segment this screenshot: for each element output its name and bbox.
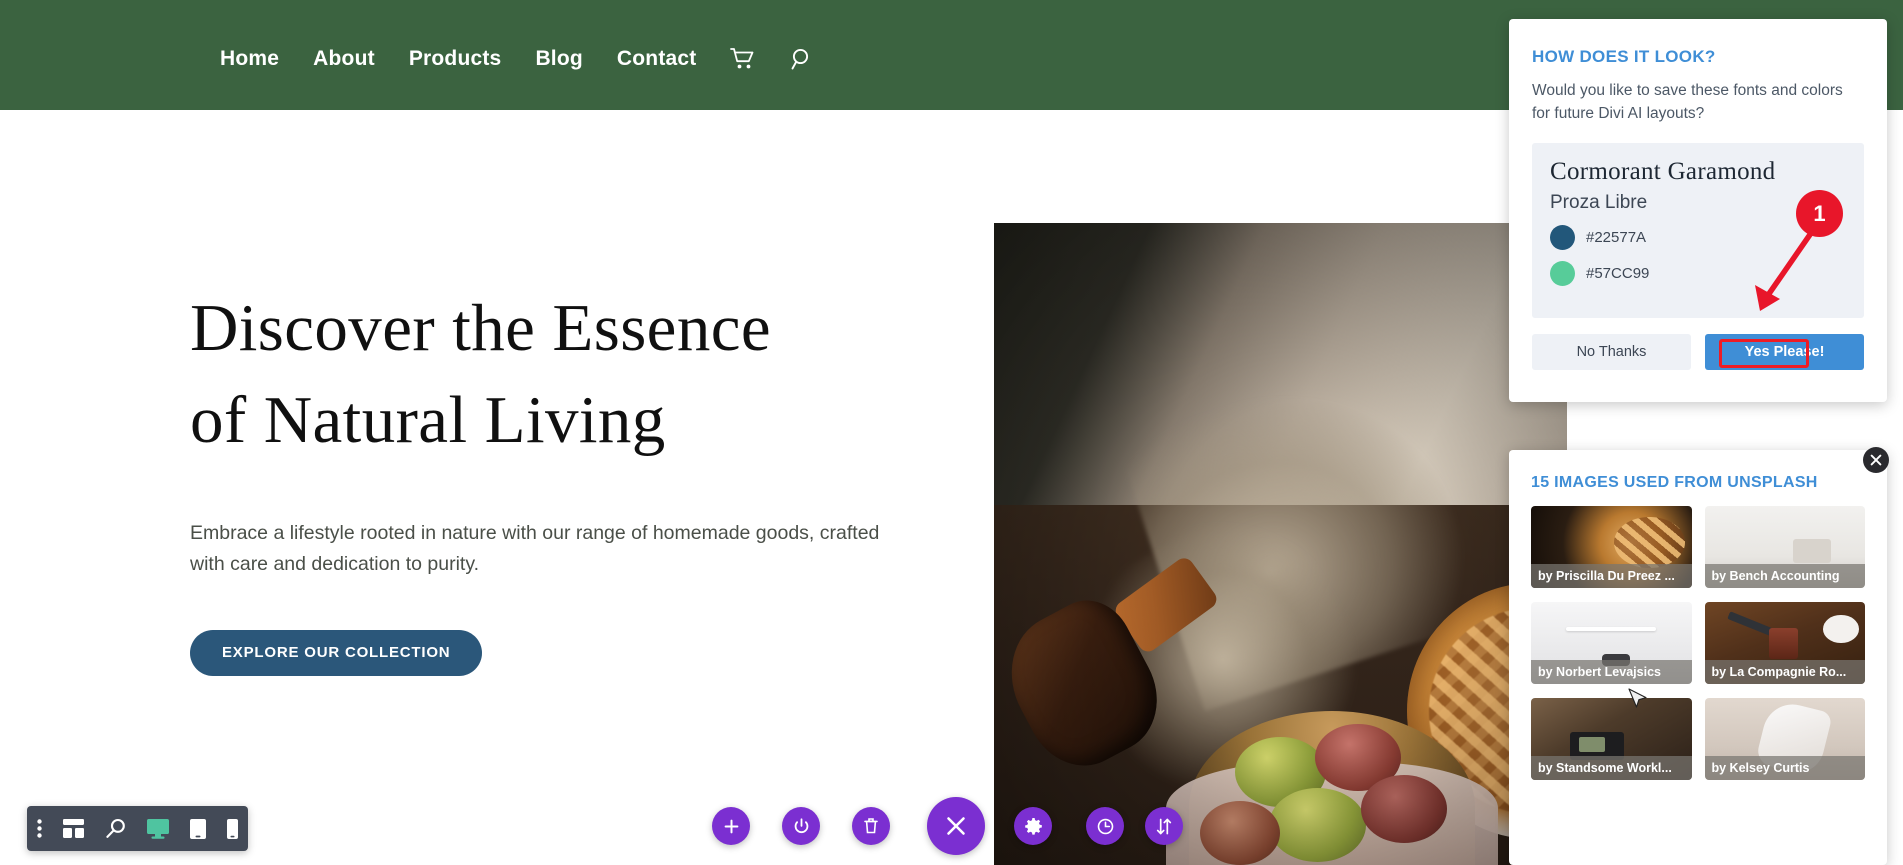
unsplash-thumbnail[interactable]: by Norbert Levajsics: [1531, 602, 1692, 684]
no-thanks-button[interactable]: No Thanks: [1532, 334, 1691, 370]
mouse-cursor: [1627, 688, 1649, 715]
color-hex-primary: #22577A: [1586, 229, 1647, 246]
step-marker-1: 1: [1796, 190, 1843, 237]
unsplash-thumbnail-grid: by Priscilla Du Preez ... by Bench Accou…: [1531, 506, 1865, 780]
yes-please-button[interactable]: Yes Please!: [1705, 334, 1864, 370]
unsplash-thumbnail-caption: by Kelsey Curtis: [1704, 756, 1865, 780]
unsplash-thumbnail[interactable]: by Kelsey Curtis: [1704, 698, 1865, 780]
color-hex-secondary: #57CC99: [1586, 265, 1650, 282]
unsplash-thumbnail-caption: by Priscilla Du Preez ...: [1531, 564, 1692, 588]
history-button[interactable]: [1086, 807, 1124, 845]
main-navigation: Home About Products Blog Contact: [220, 47, 814, 71]
nav-link-contact[interactable]: Contact: [617, 47, 697, 71]
unsplash-panel-title: 15 IMAGES USED FROM UNSPLASH: [1531, 474, 1818, 491]
ai-panel-description: Would you like to save these fonts and c…: [1532, 82, 1843, 122]
explore-collection-button[interactable]: EXPLORE OUR COLLECTION: [190, 630, 483, 676]
primary-font-name: Cormorant Garamond: [1550, 158, 1776, 185]
wireframe-view-icon[interactable]: [63, 819, 85, 838]
hero-title: Discover the Essence of Natural Living: [190, 282, 910, 466]
hero-image: [994, 223, 1567, 865]
unsplash-thumbnail[interactable]: by Bench Accounting: [1704, 506, 1865, 588]
hero-image-art: [994, 223, 1567, 865]
color-swatch-row-2: #57CC99: [1550, 261, 1846, 286]
settings-button[interactable]: [1014, 807, 1052, 845]
ai-panel-actions: No Thanks Yes Please!: [1532, 334, 1864, 370]
desktop-view-icon[interactable]: [146, 818, 169, 839]
nav-link-blog[interactable]: Blog: [535, 47, 582, 71]
screenshot-stage: Home About Products Blog Contact Discove…: [0, 0, 1903, 865]
sort-button[interactable]: [1145, 807, 1183, 845]
unsplash-thumbnail-caption: by La Compagnie Ro...: [1704, 660, 1865, 684]
hero-title-line-2: of Natural Living: [190, 383, 666, 457]
nav-link-products[interactable]: Products: [409, 47, 502, 71]
unsplash-thumbnail-caption: by Bench Accounting: [1704, 564, 1865, 588]
nav-link-home[interactable]: Home: [220, 47, 279, 71]
save-draft-button[interactable]: [782, 807, 820, 845]
color-swatch-primary: [1550, 225, 1575, 250]
nav-link-about[interactable]: About: [313, 47, 375, 71]
delete-button[interactable]: [852, 807, 890, 845]
unsplash-credits-panel: 15 IMAGES USED FROM UNSPLASH by Priscill…: [1509, 450, 1887, 865]
shopping-cart-icon[interactable]: [730, 47, 756, 71]
builder-view-toolbar: [27, 806, 248, 851]
hero-subtitle: Embrace a lifestyle rooted in nature wit…: [190, 522, 880, 575]
close-icon[interactable]: [1863, 447, 1889, 473]
zoom-view-icon[interactable]: [105, 818, 126, 839]
ai-panel-title: HOW DOES IT LOOK?: [1532, 47, 1716, 66]
color-swatch-secondary: [1550, 261, 1575, 286]
hero-title-line-1: Discover the Essence: [190, 291, 772, 365]
unsplash-thumbnail[interactable]: by La Compagnie Ro...: [1704, 602, 1865, 684]
add-section-button[interactable]: [712, 807, 750, 845]
unsplash-thumbnail-caption: by Standsome Workl...: [1531, 756, 1692, 780]
more-options-icon[interactable]: [37, 819, 43, 838]
unsplash-thumbnail-caption: by Norbert Levajsics: [1531, 660, 1692, 684]
unsplash-thumbnail[interactable]: by Standsome Workl...: [1531, 698, 1692, 780]
search-icon[interactable]: [790, 47, 814, 71]
close-builder-button[interactable]: [927, 797, 985, 855]
tablet-view-icon[interactable]: [189, 818, 206, 839]
unsplash-thumbnail[interactable]: by Priscilla Du Preez ...: [1531, 506, 1692, 588]
phone-view-icon[interactable]: [226, 818, 238, 839]
